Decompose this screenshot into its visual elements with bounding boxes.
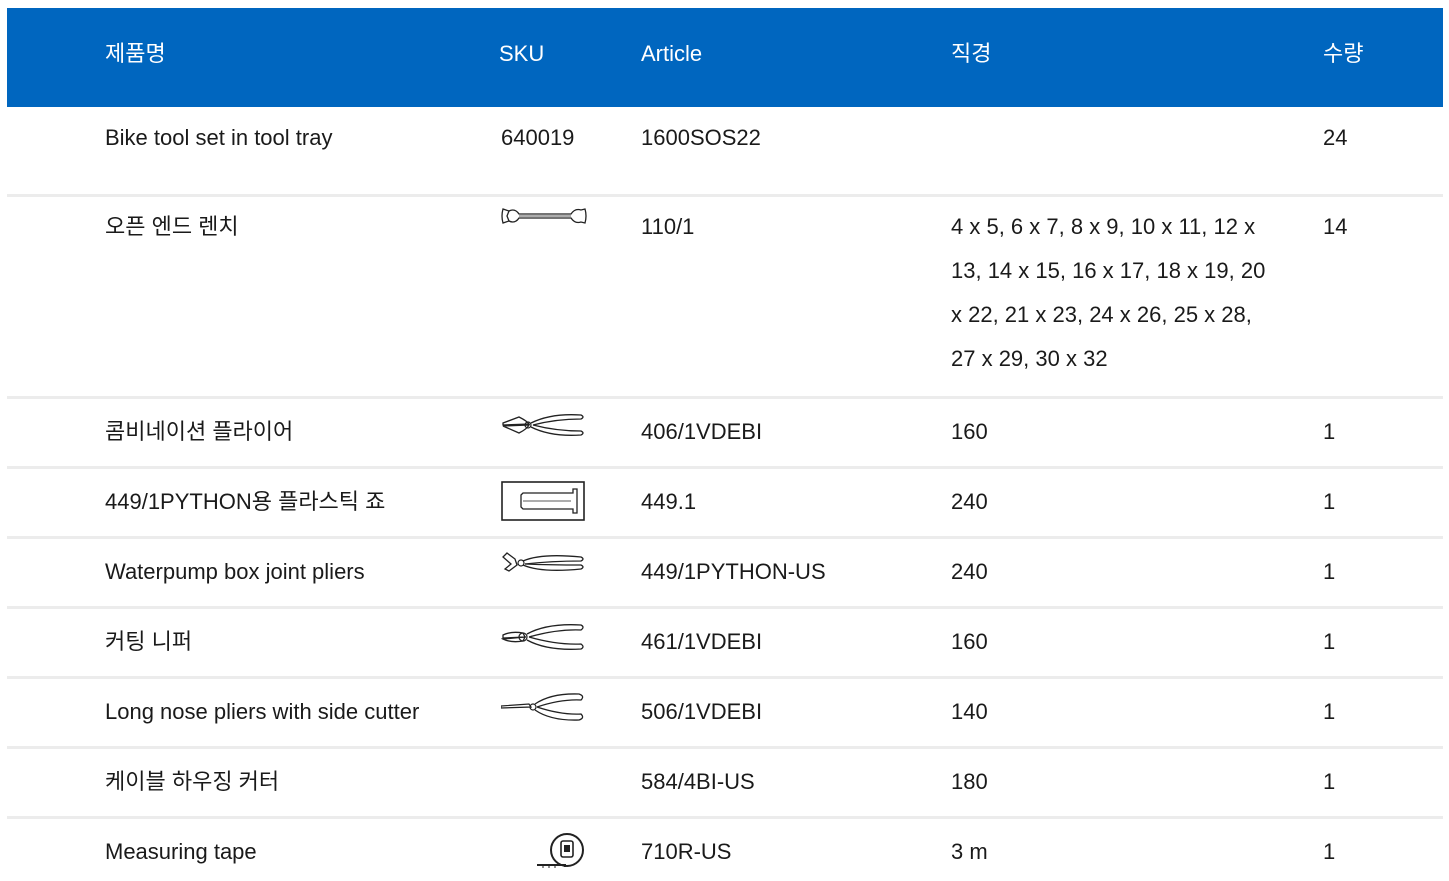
row-diameter: 240 bbox=[951, 489, 988, 514]
table-row[interactable]: 케이블 하우징 커터 584/4BI-US 180 1 bbox=[7, 749, 1443, 819]
row-name: Bike tool set in tool tray bbox=[105, 125, 333, 150]
row-article: 584/4BI-US bbox=[641, 769, 755, 794]
table-row[interactable]: Long nose pliers with side cutter 506/1V… bbox=[7, 679, 1443, 749]
table-row[interactable]: 오픈 엔드 렌치 110/1 4 x 5, 6 x 7, 8 x 9, 10 x… bbox=[7, 197, 1443, 399]
table-row[interactable]: 커팅 니퍼 461/1VDEBI 160 1 bbox=[7, 609, 1443, 679]
table-header: 제품명 SKU Article 직경 수량 bbox=[7, 8, 1443, 107]
row-name: Measuring tape bbox=[105, 839, 257, 864]
long-nose-pliers-icon bbox=[501, 691, 587, 723]
row-diameter: 160 bbox=[951, 629, 988, 654]
row-quantity: 1 bbox=[1323, 489, 1336, 514]
table-row[interactable]: 449/1PYTHON용 플라스틱 죠 449.1 240 1 bbox=[7, 469, 1443, 539]
row-sku: 640019 bbox=[501, 125, 575, 150]
row-article: 449/1PYTHON-US bbox=[641, 559, 826, 584]
table-row[interactable]: 콤비네이션 플라이어 406/1VDEBI 160 1 bbox=[7, 399, 1443, 469]
open-end-wrench-icon bbox=[501, 205, 587, 227]
header-diameter[interactable]: 직경 bbox=[951, 40, 991, 68]
row-quantity: 1 bbox=[1323, 629, 1336, 654]
table-row[interactable]: Waterpump box joint pliers 449/1PYTHON-U… bbox=[7, 539, 1443, 609]
header-product-name[interactable]: 제품명 bbox=[105, 40, 166, 68]
row-article: 406/1VDEBI bbox=[641, 419, 763, 444]
cutting-nipper-icon bbox=[501, 621, 587, 653]
row-article: 461/1VDEBI bbox=[641, 629, 763, 654]
row-article: 449.1 bbox=[641, 489, 697, 514]
header-article[interactable]: Article bbox=[641, 40, 702, 68]
row-name: 오픈 엔드 렌치 bbox=[105, 214, 239, 239]
waterpump-pliers-icon bbox=[501, 551, 587, 577]
table-row[interactable]: Measuring tape 710R-US 3 m 1 bbox=[7, 819, 1443, 881]
row-quantity: 14 bbox=[1323, 214, 1348, 239]
row-quantity: 1 bbox=[1323, 699, 1336, 724]
row-name: Long nose pliers with side cutter bbox=[105, 699, 420, 724]
row-quantity: 1 bbox=[1323, 839, 1336, 864]
row-name: 케이블 하우징 커터 bbox=[105, 769, 280, 794]
row-diameter: 3 m bbox=[951, 839, 988, 864]
row-quantity: 1 bbox=[1323, 559, 1336, 584]
row-article: 506/1VDEBI bbox=[641, 699, 763, 724]
row-quantity: 1 bbox=[1323, 769, 1336, 794]
measuring-tape-icon bbox=[535, 831, 587, 871]
row-diameter: 180 bbox=[951, 769, 988, 794]
combination-pliers-icon bbox=[501, 411, 587, 439]
row-diameter: 240 bbox=[951, 559, 988, 584]
row-quantity: 1 bbox=[1323, 419, 1336, 444]
row-quantity: 24 bbox=[1323, 125, 1348, 150]
plastic-jaw-icon bbox=[501, 481, 585, 521]
row-name: 커팅 니퍼 bbox=[105, 629, 193, 654]
row-article: 710R-US bbox=[641, 839, 732, 864]
row-name: 콤비네이션 플라이어 bbox=[105, 419, 294, 444]
row-name: 449/1PYTHON용 플라스틱 죠 bbox=[105, 489, 386, 514]
tool-table: 제품명 SKU Article 직경 수량 Bike tool set in t… bbox=[7, 8, 1443, 881]
row-name: Waterpump box joint pliers bbox=[105, 559, 365, 584]
row-article: 1600SOS22 bbox=[641, 125, 761, 150]
row-diameter: 160 bbox=[951, 419, 988, 444]
row-diameter: 4 x 5, 6 x 7, 8 x 9, 10 x 11, 12 x 13, 1… bbox=[951, 214, 1266, 371]
row-diameter: 140 bbox=[951, 699, 988, 724]
header-sku[interactable]: SKU bbox=[499, 40, 544, 68]
header-quantity[interactable]: 수량 bbox=[1323, 40, 1363, 68]
table-row[interactable]: Bike tool set in tool tray 640019 1600SO… bbox=[7, 107, 1443, 197]
row-article: 110/1 bbox=[641, 214, 695, 239]
